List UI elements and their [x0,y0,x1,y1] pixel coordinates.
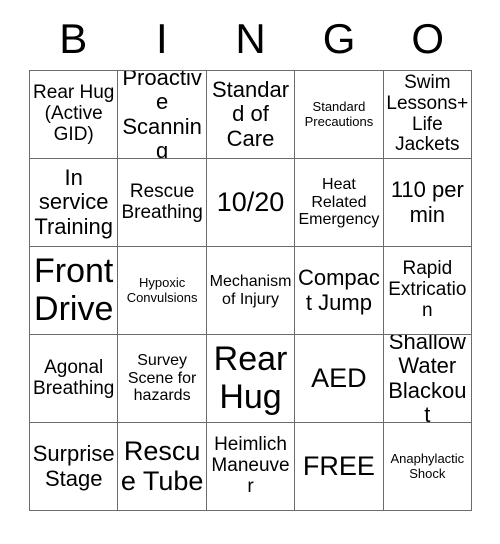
bingo-cell[interactable]: Hypoxic Convulsions [118,247,207,335]
bingo-cell[interactable]: Rapid Extrication [383,247,473,335]
bingo-cell-label: Rear Hug [213,340,288,416]
bingo-row: In service Training Rescue Breathing 10/… [30,159,473,247]
bingo-row: Rear Hug (Active GID) Proactive Scanning… [30,71,473,159]
bingo-header-row: B I N G O [29,8,472,70]
bingo-cell[interactable]: Anaphylactic Shock [383,423,473,511]
bingo-cell[interactable]: Rear Hug [206,335,296,423]
bingo-cell-label: FREE [302,450,375,481]
bingo-cell-label: Anaphylactic Shock [390,451,465,481]
bingo-header-letter-o: O [411,15,444,62]
bingo-cell[interactable]: Agonal Breathing [30,335,119,423]
bingo-cell-label: Standard of Care [211,77,290,151]
bingo-header-letter-n: N [235,15,266,62]
bingo-cell-label: Survey Scene for hazards [127,352,197,405]
bingo-cell-label: Swim Lessons+ Life Jackets [386,71,469,156]
bingo-cell-label: Agonal Breathing [33,356,115,399]
bingo-cell[interactable]: Mechanism of Injury [206,247,296,335]
bingo-cell[interactable]: Compact Jump [295,247,384,335]
bingo-header-letter-g: G [322,15,356,62]
bingo-cell[interactable]: Rear Hug (Active GID) [30,71,119,159]
bingo-cell[interactable]: Heimlich Maneuver [206,423,296,511]
bingo-cell[interactable]: Standard Precautions [295,71,384,159]
bingo-cell[interactable]: 10/20 [206,159,296,247]
bingo-cell-label: Standard Precautions [304,99,374,129]
bingo-cell-label: Heimlich Maneuver [211,434,290,497]
bingo-cell-label: AED [311,362,367,393]
bingo-cell-label: Rear Hug (Active GID) [33,82,115,145]
bingo-cell-label: Rescue Breathing [121,180,203,223]
bingo-cell[interactable]: Proactive Scanning [118,71,207,159]
bingo-cell[interactable]: Front Drive [30,247,119,335]
bingo-cell-label: Rapid Extrication [388,258,467,321]
bingo-cell[interactable]: Rescue Tube [118,423,207,511]
bingo-row: Surprise Stage Rescue Tube Heimlich Mane… [30,423,473,511]
bingo-cell-label: Compact Jump [297,265,380,315]
bingo-cell[interactable]: 110 per min [383,159,473,247]
bingo-cell-label: Surprise Stage [32,441,115,491]
bingo-cell-label: Front Drive [34,252,114,328]
bingo-cell-label: Rescue Tube [120,435,204,496]
bingo-row: Agonal Breathing Survey Scene for hazard… [30,335,473,423]
bingo-cell-label: Mechanism of Injury [209,272,292,308]
bingo-cell[interactable]: FREE [295,423,384,511]
bingo-cell-label: Proactive Scanning [122,71,202,159]
bingo-cell-label: Shallow Water Blackout [388,335,467,423]
bingo-grid: Rear Hug (Active GID) Proactive Scanning… [29,70,473,511]
bingo-cell[interactable]: Standard of Care [206,71,296,159]
bingo-cell-label: 110 per min [390,177,464,227]
bingo-cell[interactable]: Survey Scene for hazards [118,335,207,423]
bingo-cell-label: Hypoxic Convulsions [126,275,198,305]
bingo-header-letter-i: I [156,15,168,62]
bingo-cell[interactable]: Surprise Stage [30,423,119,511]
bingo-card: B I N G O Rear Hug (Active GID) Proactiv… [29,8,473,511]
bingo-cell-label: Heat Related Emergency [298,176,380,229]
bingo-cell-label: In service Training [34,165,114,239]
bingo-cell[interactable]: AED [295,335,384,423]
bingo-cell[interactable]: Shallow Water Blackout [383,335,473,423]
bingo-cell[interactable]: Rescue Breathing [118,159,207,247]
bingo-cell-label: 10/20 [216,186,285,217]
bingo-cell[interactable]: Swim Lessons+ Life Jackets [383,71,473,159]
bingo-cell[interactable]: Heat Related Emergency [295,159,384,247]
bingo-header-letter-b: B [59,15,88,62]
bingo-row: Front Drive Hypoxic Convulsions Mechanis… [30,247,473,335]
bingo-cell[interactable]: In service Training [30,159,119,247]
